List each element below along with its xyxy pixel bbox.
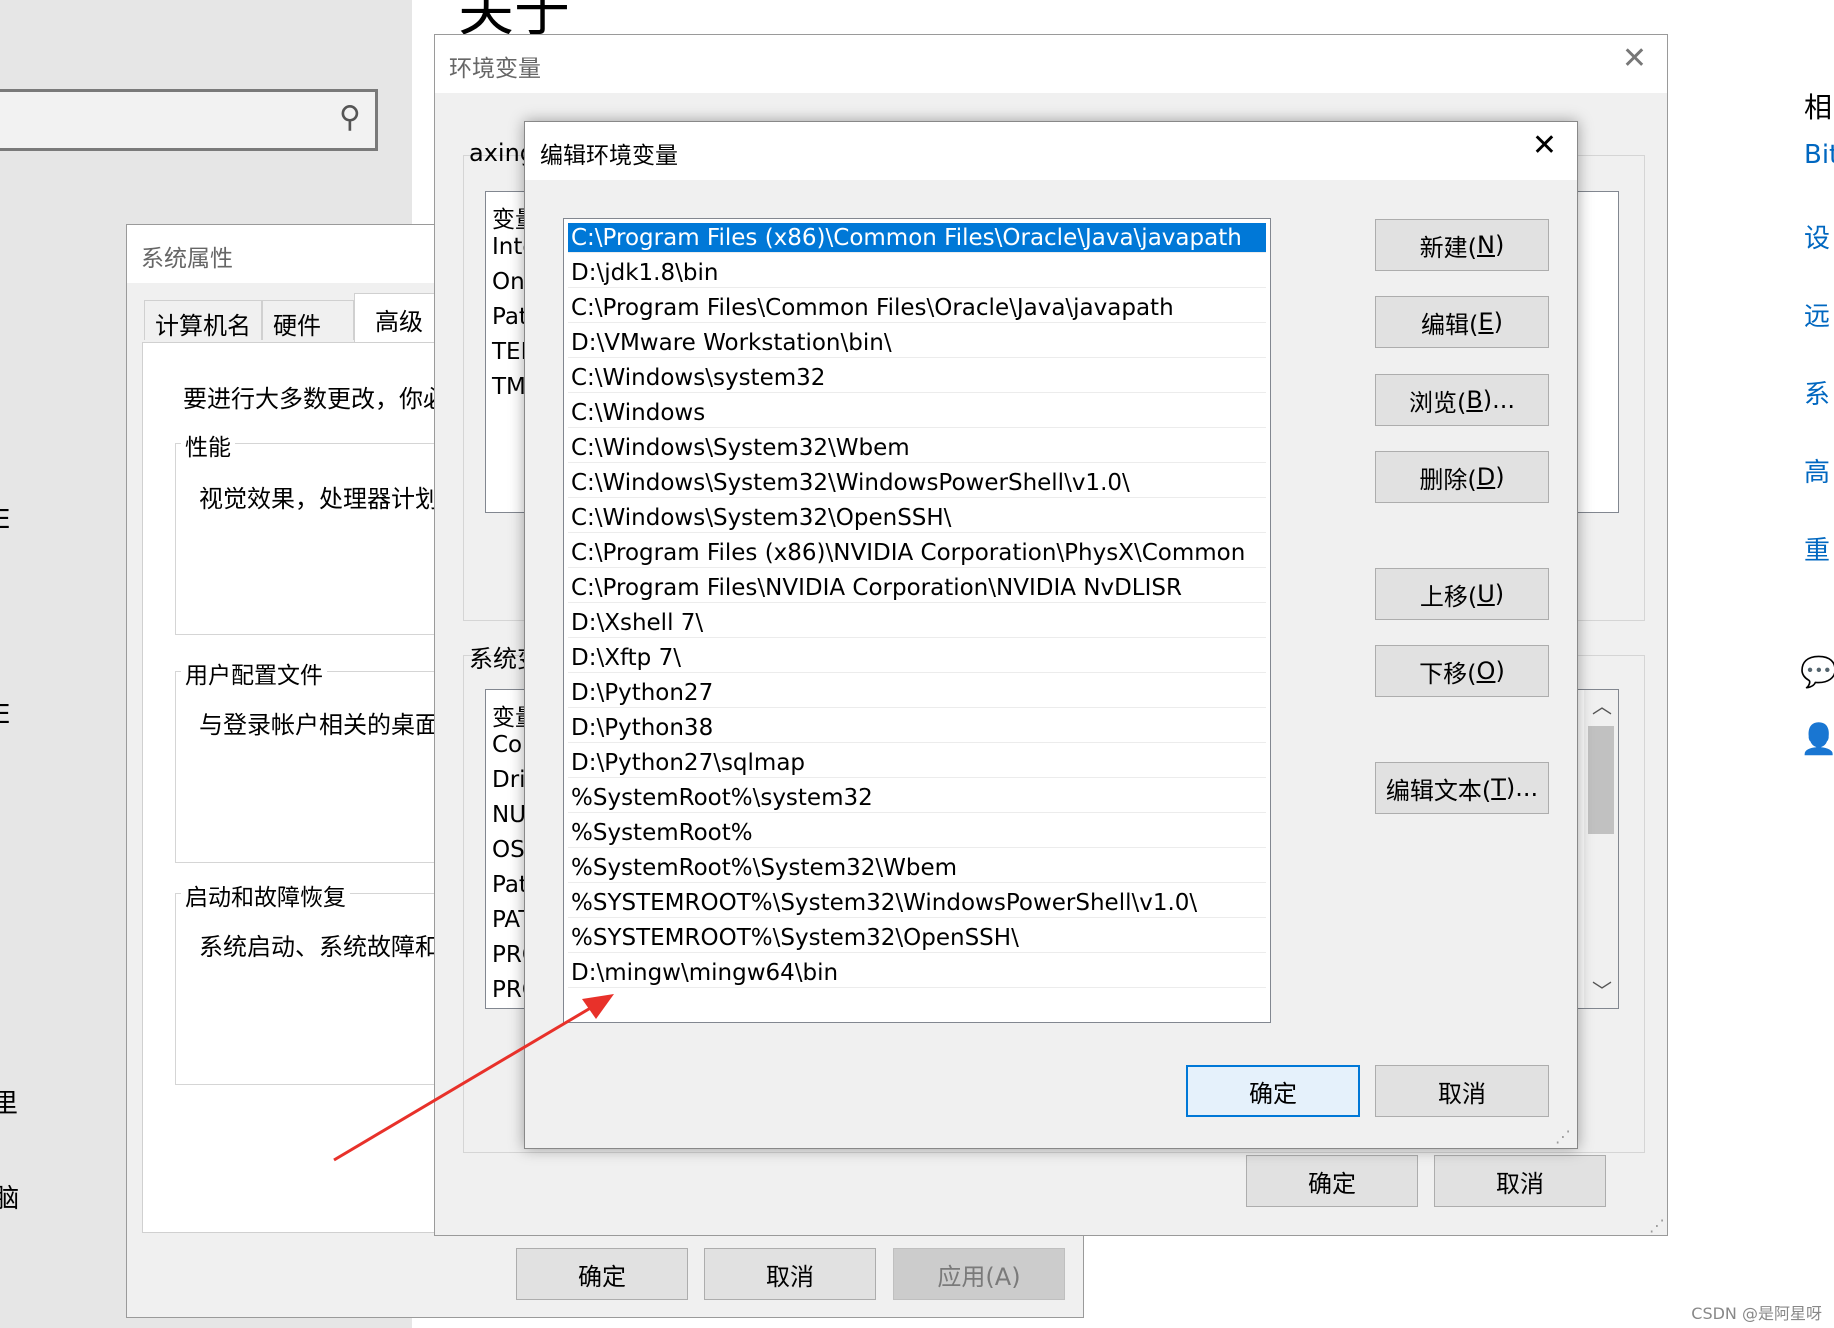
arrow-line xyxy=(333,998,605,1162)
arrow-head xyxy=(582,994,614,1019)
annotation-arrow xyxy=(333,994,614,1162)
watermark: CSDN @是阿星呀 xyxy=(1691,1304,1822,1323)
